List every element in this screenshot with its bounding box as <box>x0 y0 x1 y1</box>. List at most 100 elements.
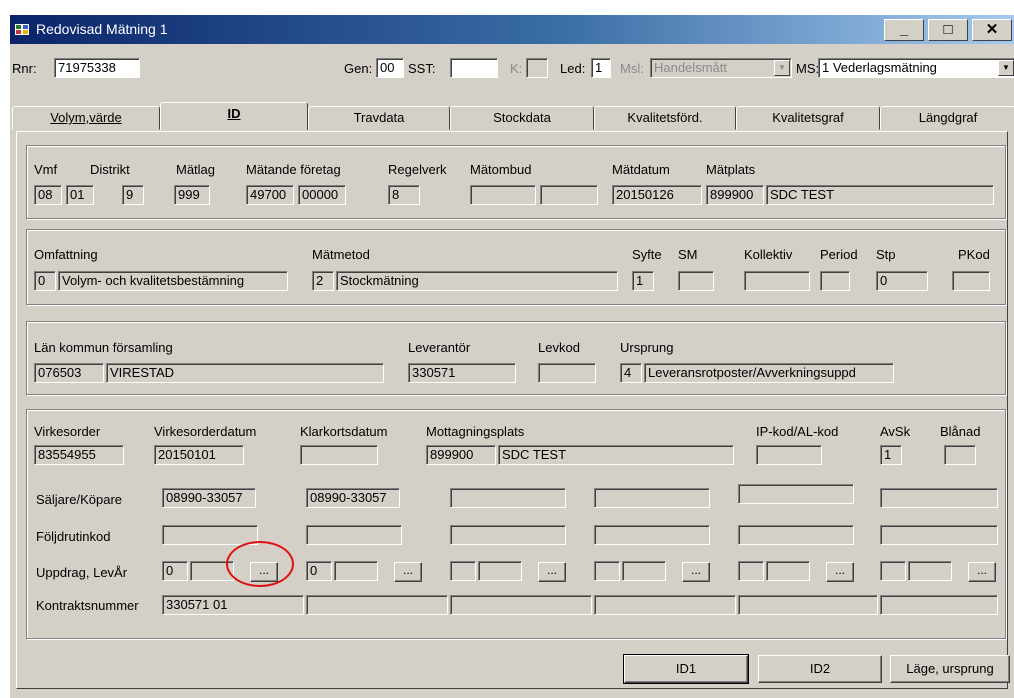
k-input <box>526 58 548 78</box>
avsk-field: 1 <box>880 445 902 465</box>
tab-label: Travdata <box>353 110 405 125</box>
uppdrag-browse-button-4[interactable]: ... <box>682 562 710 582</box>
sst-input[interactable] <box>450 58 498 78</box>
matombud-label: Mätombud <box>470 162 532 177</box>
rnr-label: Rnr: <box>12 61 37 76</box>
omfattning-text-field: Volym- och kvalitetsbestämning <box>58 271 288 291</box>
ms-select-value: 1 Vederlagsmätning <box>822 60 937 75</box>
vmf-label: Vmf <box>34 162 58 177</box>
tab-travdata[interactable]: Travdata <box>308 106 450 130</box>
sst-label: SST: <box>408 61 436 76</box>
title-bar[interactable]: Redovisad Mätning 1 _ □ ✕ <box>10 15 1014 44</box>
levar-field-4 <box>622 561 666 581</box>
tab-volym-varde[interactable]: Volym,värde <box>12 106 160 130</box>
ursprung-code-field: 4 <box>620 363 642 383</box>
uppdrag-browse-button-3[interactable]: ... <box>538 562 566 582</box>
tab-label: Längdgraf <box>918 110 978 125</box>
matande-foretag-field: 49700 <box>246 185 294 205</box>
matmetod-code-field: 2 <box>312 271 334 291</box>
klarkortsdatum-label: Klarkortsdatum <box>300 424 388 439</box>
rnr-input[interactable]: 71975338 <box>54 58 140 78</box>
uppdrag-field-6 <box>880 561 906 581</box>
sm-label: SM <box>678 247 698 262</box>
kontraktsnummer-field-2 <box>306 595 448 615</box>
regelverk-label: Regelverk <box>388 162 447 177</box>
matplats-code-field: 899900 <box>706 185 764 205</box>
uppdrag-browse-button-2[interactable]: ... <box>394 562 422 582</box>
matplats-name-field: SDC TEST <box>766 185 994 205</box>
uppdrag-browse-button-1[interactable]: ... <box>250 562 278 582</box>
matplats-label: Mätplats <box>706 162 756 177</box>
sm-field <box>678 271 714 291</box>
foljdrutinkod-field-1 <box>162 525 258 545</box>
tab-label: ID <box>227 106 241 121</box>
saljare-field-4 <box>594 488 710 508</box>
uppdrag-browse-button-5[interactable]: ... <box>826 562 854 582</box>
foljdrutinkod-field-6 <box>880 525 998 545</box>
matdatum-label: Mätdatum <box>612 162 670 177</box>
levar-field-3 <box>478 561 522 581</box>
measurement-window: Redovisad Mätning 1 _ □ ✕ Rnr: 71975338 … <box>8 14 1014 698</box>
stp-label: Stp <box>876 247 896 262</box>
uppdrag-field-1: 0 <box>162 561 188 581</box>
matombud-field <box>470 185 536 205</box>
matmetod-label: Mätmetod <box>312 247 370 262</box>
kontraktsnummer-field-4 <box>594 595 736 615</box>
msl-label: Msl: <box>620 61 644 76</box>
id2-button[interactable]: ID2 <box>758 655 882 683</box>
matande-foretag-label: Mätande företag <box>246 162 341 177</box>
kontraktsnummer-field-6 <box>880 595 998 615</box>
close-button[interactable]: ✕ <box>972 19 1012 41</box>
lage-ursprung-button[interactable]: Läge, ursprung <box>890 655 1010 683</box>
kontraktsnummer-field-1: 330571 01 <box>162 595 304 615</box>
leverantor-label: Leverantör <box>408 340 471 355</box>
lan-code-field: 076503 <box>34 363 104 383</box>
stp-field: 0 <box>876 271 928 291</box>
levar-field-5 <box>766 561 810 581</box>
tab-kvalitetsgraf[interactable]: Kvalitetsgraf <box>736 106 880 130</box>
distrikt-label: Distrikt <box>90 162 130 177</box>
levkod-label: Levkod <box>538 340 580 355</box>
tab-id[interactable]: ID <box>160 102 308 130</box>
gen-input[interactable]: 00 <box>376 58 404 78</box>
syfte-label: Syfte <box>632 247 662 262</box>
uppdrag-browse-button-6[interactable]: ... <box>968 562 996 582</box>
tab-label: Kvalitetsgraf <box>772 110 844 125</box>
tab-kvalitetsford[interactable]: Kvalitetsförd. <box>594 106 736 130</box>
foljdrutinkod-field-5 <box>738 525 854 545</box>
id1-button[interactable]: ID1 <box>623 654 749 684</box>
blanad-label: Blånad <box>940 424 981 439</box>
levkod-field <box>538 363 596 383</box>
tab-label: Kvalitetsförd. <box>627 110 703 125</box>
ms-select[interactable]: 1 Vederlagsmätning ▼ <box>818 58 1014 78</box>
chevron-down-icon: ▼ <box>774 60 790 76</box>
matlag-field: 999 <box>174 185 210 205</box>
virkesorderdatum-field: 20150101 <box>154 445 244 465</box>
foljdrutinkod-field-4 <box>594 525 710 545</box>
tab-stockdata[interactable]: Stockdata <box>450 106 594 130</box>
chevron-down-icon[interactable]: ▼ <box>998 60 1014 76</box>
minimize-button[interactable]: _ <box>884 19 924 41</box>
regelverk-field: 8 <box>388 185 420 205</box>
leverantor-field: 330571 <box>408 363 516 383</box>
uppdrag-field-5 <box>738 561 764 581</box>
pkod-label: PKod <box>958 247 990 262</box>
ip-al-kod-label: IP-kod/AL-kod <box>756 424 839 439</box>
lan-kommun-label: Län kommun församling <box>34 340 173 355</box>
maximize-button[interactable]: □ <box>928 19 968 41</box>
lan-name-field: VIRESTAD <box>106 363 384 383</box>
mottagningsplats-label: Mottagningsplats <box>426 424 525 439</box>
saljare-field-3 <box>450 488 566 508</box>
mottagningsplats-code-field: 899900 <box>426 445 496 465</box>
led-label: Led: <box>560 61 586 76</box>
kontraktsnummer-field-5 <box>738 595 878 615</box>
group-origin <box>26 321 1006 395</box>
led-input[interactable]: 1 <box>591 58 611 78</box>
uppdrag-field-2: 0 <box>306 561 332 581</box>
group-scope <box>26 229 1006 305</box>
matombud2-field <box>540 185 598 205</box>
virkesorder-field: 83554955 <box>34 445 124 465</box>
levar-field-2 <box>334 561 378 581</box>
period-field <box>820 271 850 291</box>
tab-langdgraf[interactable]: Längdgraf <box>880 106 1014 130</box>
